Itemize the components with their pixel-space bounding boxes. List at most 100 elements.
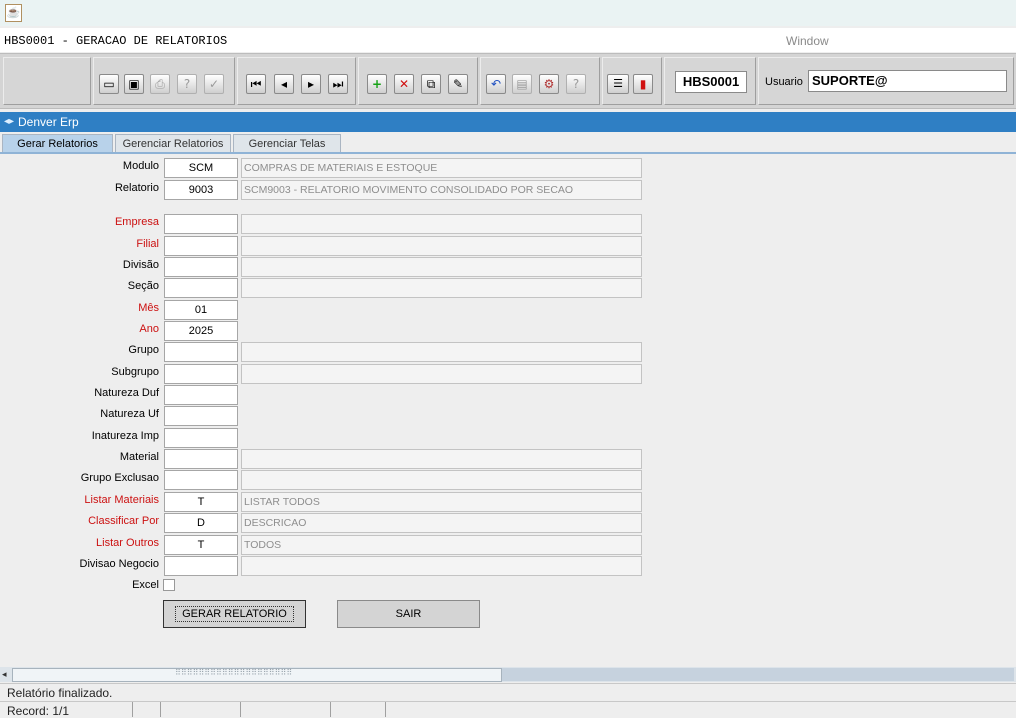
excel-label: Excel: [132, 579, 159, 591]
desc-divisao-negocio: [241, 556, 642, 576]
delete-record-icon[interactable]: ✕: [394, 74, 414, 94]
save-icon[interactable]: ▭: [99, 74, 119, 94]
field-divisao-negocio[interactable]: [164, 556, 238, 576]
duplicate-record-icon[interactable]: ⧉: [421, 74, 441, 94]
user-label: Usuario: [765, 76, 803, 88]
field-natureza-duf[interactable]: [164, 385, 238, 405]
label-filial: Filial: [136, 238, 159, 250]
field-empresa[interactable]: [164, 214, 238, 234]
field-listar-outros[interactable]: T: [164, 535, 238, 555]
label-material: Material: [119, 451, 159, 463]
form-code: HBS0001: [675, 71, 747, 93]
tools-icon[interactable]: ⚙: [539, 74, 559, 94]
field-ano[interactable]: 2025: [164, 321, 238, 341]
desc-empresa: [241, 214, 642, 234]
desc-listar-outros: TODOS: [241, 535, 642, 555]
status-separator: [385, 702, 386, 717]
label-empresa: Empresa: [114, 216, 159, 228]
scroll-left-icon[interactable]: ◂: [2, 669, 7, 680]
label-natureza-duf: Natureza Duf: [94, 387, 159, 399]
collapse-icon[interactable]: ◂▸: [4, 116, 14, 127]
desc-secao: [241, 278, 642, 298]
toolbar-group-records: + ✕ ⧉ ✎: [358, 57, 478, 105]
toolbar: ▭ ▣ ⎙ ? ✓ ⏮ ◂ ▸ ⏭ + ✕ ⧉ ✎ ↶ ▤ ⚙ ? ☰ ▮ HB…: [0, 53, 1016, 109]
tab-gerenciar-relatorios[interactable]: Gerenciar Relatorios: [115, 134, 231, 153]
desc-divisao: [241, 257, 642, 277]
field-filial[interactable]: [164, 236, 238, 256]
exit-button[interactable]: SAIR: [337, 600, 480, 628]
form-title: HBS0001 - GERACAO DE RELATORIOS: [4, 34, 228, 48]
field-grupo-exclusao[interactable]: [164, 470, 238, 490]
print-icon[interactable]: ⎙: [150, 74, 170, 94]
generate-report-label: GERAR RELATORIO: [175, 606, 294, 622]
field-grupo[interactable]: [164, 342, 238, 362]
user-field: SUPORTE@: [808, 70, 1007, 92]
toolbar-group-file: ▭ ▣ ⎙ ? ✓: [93, 57, 235, 105]
label-grupo-exclusao: Grupo Exclusao: [80, 472, 159, 484]
status-separator: [160, 702, 161, 717]
help-icon[interactable]: ?: [566, 74, 586, 94]
field-natureza-uf[interactable]: [164, 406, 238, 426]
generate-report-button[interactable]: GERAR RELATORIO: [163, 600, 306, 628]
edit-icon[interactable]: ✎: [448, 74, 468, 94]
label-listar-materiais: Listar Materiais: [84, 494, 159, 506]
field-classificar-por[interactable]: D: [164, 513, 238, 533]
label-secao: Seção: [127, 280, 159, 292]
status-separator: [240, 702, 241, 717]
desc-grupo-exclusao: [241, 470, 642, 490]
tab-strip: Gerar Relatorios Gerenciar Relatorios Ge…: [0, 132, 1016, 153]
tab-gerar-relatorios[interactable]: Gerar Relatorios: [2, 134, 113, 153]
query-help-icon[interactable]: ?: [177, 74, 197, 94]
form-title-bar: HBS0001 - GERACAO DE RELATORIOS Window: [0, 28, 1016, 52]
desc-material: [241, 449, 642, 469]
execute-query-icon[interactable]: ✓: [204, 74, 224, 94]
menu-icon[interactable]: ☰: [607, 74, 629, 94]
window-icon[interactable]: ▣: [124, 74, 144, 94]
insert-record-icon[interactable]: +: [367, 74, 387, 94]
exit-door-icon[interactable]: ▮: [633, 74, 653, 94]
toolbar-spacer: [3, 57, 91, 105]
label-listar-outros: Listar Outros: [96, 537, 159, 549]
next-record-icon[interactable]: ▸: [301, 74, 321, 94]
label-grupo: Grupo: [128, 344, 159, 356]
status-message: Relatório finalizado.: [7, 686, 113, 700]
field-divisao[interactable]: [164, 257, 238, 277]
first-record-icon[interactable]: ⏮: [246, 74, 266, 94]
label-relatorio: Relatorio: [114, 182, 159, 194]
field-mes[interactable]: 01: [164, 300, 238, 320]
toolbar-group-tools: ↶ ▤ ⚙ ?: [480, 57, 600, 105]
last-record-icon[interactable]: ⏭: [328, 74, 348, 94]
field-inatureza-imp[interactable]: [164, 428, 238, 448]
field-relatorio[interactable]: 9003: [164, 180, 238, 200]
tab-underline: [0, 152, 1016, 154]
label-classificar-por: Classificar Por: [88, 515, 159, 527]
undo-icon[interactable]: ↶: [486, 74, 506, 94]
java-cup-icon: ☕: [5, 4, 22, 22]
toolbar-group-menu: ☰ ▮: [602, 57, 662, 105]
scroll-track[interactable]: [502, 668, 1014, 681]
java-titlebar: ☕: [0, 0, 1016, 26]
label-divisao-negocio: Divisao Negocio: [79, 558, 159, 570]
status-separator: [330, 702, 331, 717]
status-message-bar: Relatório finalizado.: [0, 683, 1016, 701]
label-natureza-uf: Natureza Uf: [100, 408, 159, 420]
field-material[interactable]: [164, 449, 238, 469]
field-modulo[interactable]: SCM: [164, 158, 238, 178]
label-subgrupo: Subgrupo: [111, 366, 159, 378]
horizontal-scrollbar[interactable]: ◂ ⠿⠿⠿⠿⠿⠿⠿⠿⠿⠿⠿⠿⠿⠿⠿⠿⠿⠿⠿⠿: [0, 667, 1016, 682]
excel-checkbox[interactable]: [163, 579, 175, 591]
desc-filial: [241, 236, 642, 256]
desc-subgrupo: [241, 364, 642, 384]
record-status-bar: Record: 1/1: [0, 701, 1016, 718]
field-secao[interactable]: [164, 278, 238, 298]
field-subgrupo[interactable]: [164, 364, 238, 384]
tab-gerenciar-telas[interactable]: Gerenciar Telas: [233, 134, 341, 153]
desc-grupo: [241, 342, 642, 362]
field-listar-materiais[interactable]: T: [164, 492, 238, 512]
scroll-grip-icon: ⠿⠿⠿⠿⠿⠿⠿⠿⠿⠿⠿⠿⠿⠿⠿⠿⠿⠿⠿⠿: [175, 668, 293, 677]
label-divisao: Divisão: [122, 259, 159, 271]
previous-record-icon[interactable]: ◂: [274, 74, 294, 94]
window-menu[interactable]: Window: [786, 34, 829, 48]
clipboard-icon[interactable]: ▤: [512, 74, 532, 94]
desc-relatorio: SCM9003 - RELATORIO MOVIMENTO CONSOLIDAD…: [241, 180, 642, 200]
